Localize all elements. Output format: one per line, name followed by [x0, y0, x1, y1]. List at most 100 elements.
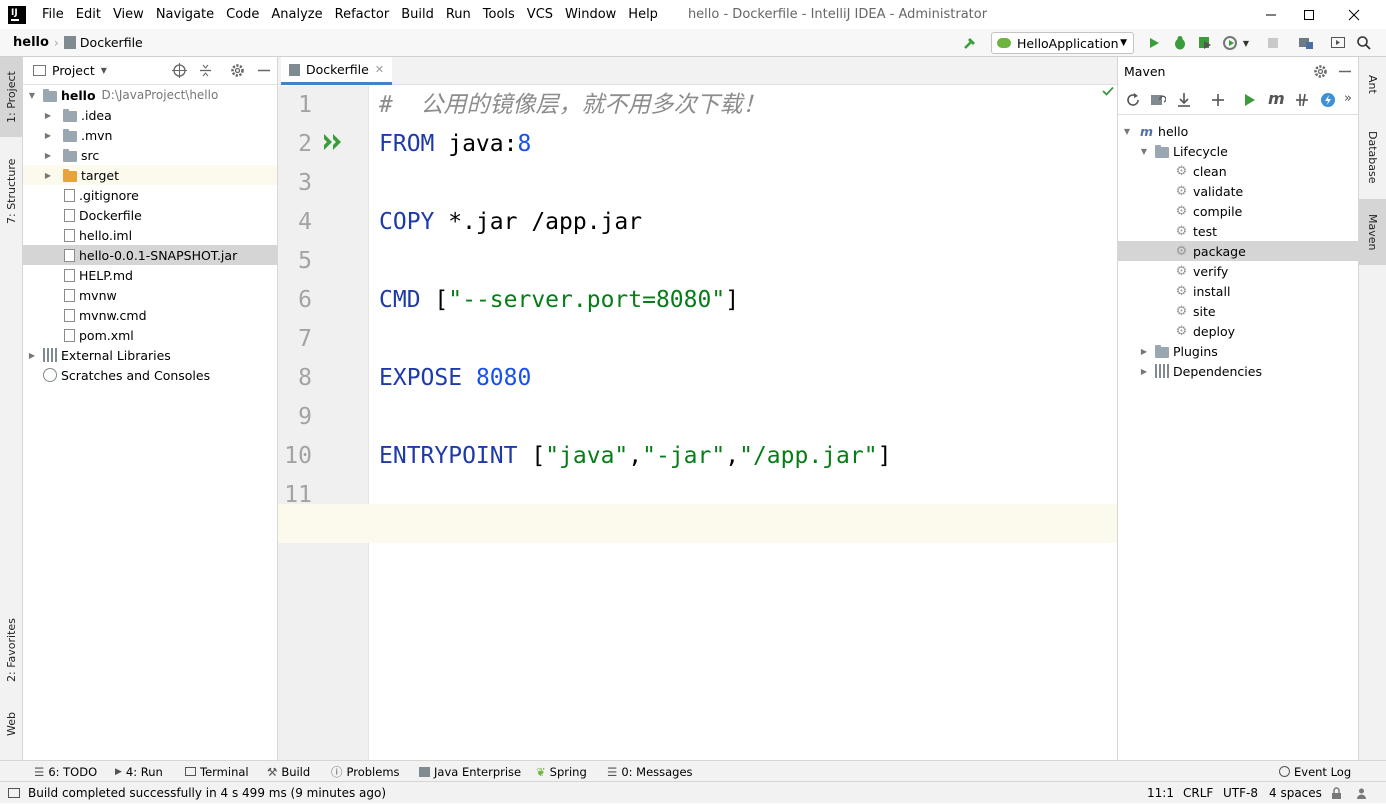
- gear-icon[interactable]: [230, 63, 245, 78]
- locate-file-icon[interactable]: [172, 63, 187, 78]
- maven-phase-clean[interactable]: ⚙ clean: [1118, 161, 1358, 181]
- hector-icon[interactable]: [1355, 782, 1368, 804]
- project-structure-icon[interactable]: [1297, 34, 1315, 52]
- skip-tests-icon[interactable]: [1320, 92, 1336, 108]
- menu-analyze[interactable]: Analyze: [265, 0, 328, 29]
- maven-phase-site[interactable]: ⚙ site: [1118, 301, 1358, 321]
- close-tab-icon[interactable]: ✕: [375, 63, 384, 76]
- maven-phase-package[interactable]: ⚙ package: [1118, 241, 1358, 261]
- tab-web[interactable]: Web: [0, 702, 23, 747]
- tool-spring[interactable]: ❦ Spring: [536, 761, 587, 782]
- chevron-down-icon[interactable]: ▼: [1241, 34, 1251, 52]
- toggle-offline-icon[interactable]: [1294, 92, 1310, 108]
- tab-database[interactable]: Database: [1359, 117, 1386, 197]
- tree-item[interactable]: hello-0.0.1-SNAPSHOT.jar: [23, 245, 277, 265]
- tree-item[interactable]: ▶ src: [23, 145, 277, 165]
- more-icon[interactable]: »: [1344, 91, 1352, 106]
- run-gutter-icon[interactable]: [322, 132, 346, 152]
- maven-dependencies-row[interactable]: ▶ Dependencies: [1118, 361, 1358, 381]
- maximize-button[interactable]: [1286, 0, 1332, 29]
- download-icon[interactable]: [1176, 92, 1192, 108]
- menu-code[interactable]: Code: [220, 0, 265, 29]
- tab-dockerfile[interactable]: Dockerfile ✕: [281, 57, 393, 85]
- maven-lifecycle-row[interactable]: ▼ Lifecycle: [1118, 141, 1358, 161]
- tab-maven[interactable]: Maven: [1359, 199, 1386, 265]
- maven-phase-deploy[interactable]: ⚙ deploy: [1118, 321, 1358, 341]
- tab-ant[interactable]: Ant: [1359, 57, 1386, 112]
- tab-favorites[interactable]: 2: Favorites: [0, 605, 23, 695]
- tree-item[interactable]: pom.xml: [23, 325, 277, 345]
- tab-structure[interactable]: 7: Structure: [0, 149, 23, 234]
- chevron-down-icon[interactable]: ▼: [101, 66, 107, 75]
- tool-problems[interactable]: ⓘ Problems: [331, 761, 400, 782]
- maven-project-row[interactable]: ▼ m hello: [1118, 121, 1358, 141]
- inspection-ok-check-icon[interactable]: [1102, 86, 1114, 96]
- maven-plugins-row[interactable]: ▶ Plugins: [1118, 341, 1358, 361]
- menu-tools[interactable]: Tools: [477, 0, 521, 29]
- tree-scratches[interactable]: Scratches and Consoles: [23, 365, 277, 385]
- project-view-label[interactable]: Project: [52, 63, 95, 78]
- breadcrumb-file[interactable]: Dockerfile: [80, 35, 143, 50]
- menu-edit[interactable]: Edit: [70, 0, 107, 29]
- tree-item[interactable]: ▶ .idea: [23, 105, 277, 125]
- debug-icon[interactable]: [1171, 34, 1189, 52]
- tool-java-enterprise[interactable]: Java Enterprise: [419, 761, 521, 782]
- profile-icon[interactable]: [1222, 34, 1240, 52]
- code-area[interactable]: # 公用的镜像层，就不用多次下载！ FROM java:8 COPY *.jar…: [369, 86, 1117, 760]
- tree-item[interactable]: HELP.md: [23, 265, 277, 285]
- gear-icon[interactable]: [1313, 64, 1328, 79]
- tool-run[interactable]: ▶ 4: Run: [115, 761, 163, 782]
- close-window-button[interactable]: [1331, 0, 1377, 29]
- menu-navigate[interactable]: Navigate: [150, 0, 220, 29]
- tool-build[interactable]: ⚒ Build: [267, 761, 310, 782]
- tree-item[interactable]: mvnw.cmd: [23, 305, 277, 325]
- add-icon[interactable]: [1210, 92, 1226, 108]
- lock-icon[interactable]: [1331, 782, 1342, 804]
- tree-root[interactable]: ▼ hello D:\JavaProject\hello: [23, 85, 277, 105]
- breadcrumb-project[interactable]: hello: [13, 35, 49, 50]
- menu-run[interactable]: Run: [440, 0, 477, 29]
- caret-position[interactable]: 11:1: [1147, 782, 1174, 804]
- menu-help[interactable]: Help: [622, 0, 664, 29]
- tree-external-libraries[interactable]: ▶ External Libraries: [23, 345, 277, 365]
- maven-phase-validate[interactable]: ⚙ validate: [1118, 181, 1358, 201]
- menu-refactor[interactable]: Refactor: [329, 0, 396, 29]
- tool-event-log[interactable]: Event Log: [1279, 761, 1351, 782]
- menu-view[interactable]: View: [107, 0, 150, 29]
- maven-phase-verify[interactable]: ⚙ verify: [1118, 261, 1358, 281]
- tree-item[interactable]: ▶ .mvn: [23, 125, 277, 145]
- menu-build[interactable]: Build: [395, 0, 440, 29]
- run-maven-build-icon[interactable]: [1243, 92, 1257, 108]
- hide-panel-icon[interactable]: [257, 63, 271, 78]
- reload-icon[interactable]: [1125, 92, 1141, 108]
- run-with-coverage-icon[interactable]: [1196, 34, 1214, 52]
- line-separator[interactable]: CRLF: [1183, 782, 1213, 804]
- indent-setting[interactable]: 4 spaces: [1269, 782, 1322, 804]
- tree-item[interactable]: Dockerfile: [23, 205, 277, 225]
- stop-icon[interactable]: [1264, 34, 1282, 52]
- maven-phase-test[interactable]: ⚙ test: [1118, 221, 1358, 241]
- tree-item[interactable]: hello.iml: [23, 225, 277, 245]
- tab-project[interactable]: 1: Project: [0, 57, 23, 137]
- menu-file[interactable]: File: [36, 0, 70, 29]
- status-message-box[interactable]: Build completed successfully in 4 s 499 …: [8, 782, 386, 804]
- tree-item[interactable]: mvnw: [23, 285, 277, 305]
- tool-messages[interactable]: ☰ 0: Messages: [607, 761, 693, 782]
- maven-phase-compile[interactable]: ⚙ compile: [1118, 201, 1358, 221]
- build-hammer-icon[interactable]: [961, 34, 979, 52]
- collapse-all-icon[interactable]: [198, 63, 213, 78]
- execute-goal-icon[interactable]: m: [1268, 89, 1285, 108]
- file-encoding[interactable]: UTF-8: [1223, 782, 1258, 804]
- search-icon[interactable]: [1355, 34, 1373, 52]
- menu-window[interactable]: Window: [559, 0, 622, 29]
- hide-panel-icon[interactable]: [1338, 64, 1352, 79]
- run-configuration-select[interactable]: HelloApplication ▼: [991, 32, 1134, 54]
- maven-phase-install[interactable]: ⚙ install: [1118, 281, 1358, 301]
- presentation-icon[interactable]: [1329, 34, 1347, 52]
- generate-sources-icon[interactable]: [1150, 92, 1166, 108]
- menu-vcs[interactable]: VCS: [521, 0, 559, 29]
- tree-item[interactable]: .gitignore: [23, 185, 277, 205]
- run-icon[interactable]: [1145, 34, 1163, 52]
- tool-todo[interactable]: ☰ 6: TODO: [34, 761, 97, 782]
- tree-item[interactable]: ▶ target: [23, 165, 277, 185]
